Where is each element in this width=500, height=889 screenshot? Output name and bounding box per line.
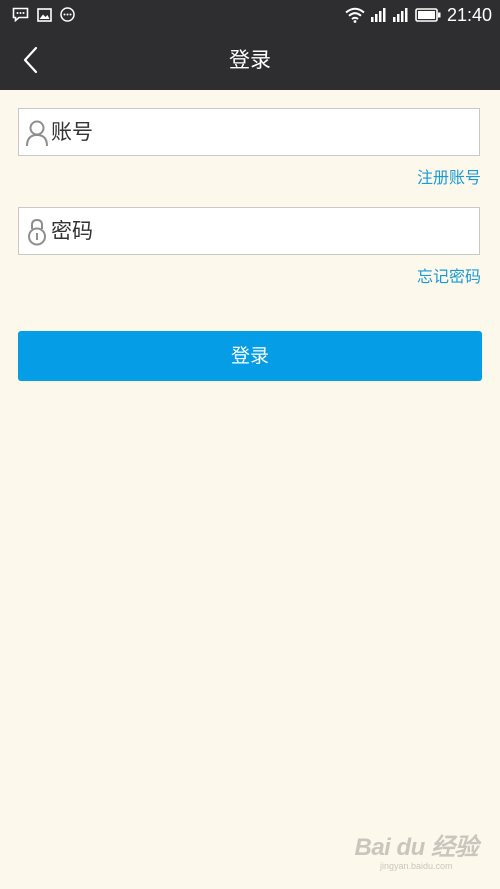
status-time: 21:40: [446, 5, 492, 25]
chevron-left-icon: [23, 46, 38, 74]
page-title: 登录: [229, 48, 271, 72]
register-link[interactable]: 注册账号: [417, 164, 481, 188]
password-field[interactable]: [18, 207, 480, 255]
watermark-url: jingyan.baidu.com: [379, 861, 453, 871]
signal-icon: [392, 8, 409, 22]
title-bar: 登录: [0, 30, 500, 90]
forgot-password-link[interactable]: 忘记密码: [417, 263, 481, 287]
lock-icon: [25, 218, 49, 246]
status-notifications: [12, 7, 75, 22]
watermark-logo: Bai du 经验: [354, 834, 478, 861]
back-button[interactable]: [14, 42, 50, 78]
image-icon: [37, 7, 52, 22]
user-icon: [25, 119, 49, 147]
status-bar: 21:40: [0, 0, 500, 30]
message-icon: [12, 7, 29, 22]
login-button[interactable]: 登录: [18, 331, 482, 381]
account-input[interactable]: [51, 109, 471, 155]
signal-icon: [370, 8, 387, 22]
watermark: Bai du 经验 jingyan.baidu.com: [354, 834, 478, 872]
status-indicators: 21:40: [345, 4, 492, 26]
account-field[interactable]: [18, 108, 480, 156]
more-icon: [60, 7, 75, 22]
wifi-icon: [345, 7, 365, 23]
password-input[interactable]: [51, 208, 471, 254]
battery-icon: [415, 8, 441, 22]
